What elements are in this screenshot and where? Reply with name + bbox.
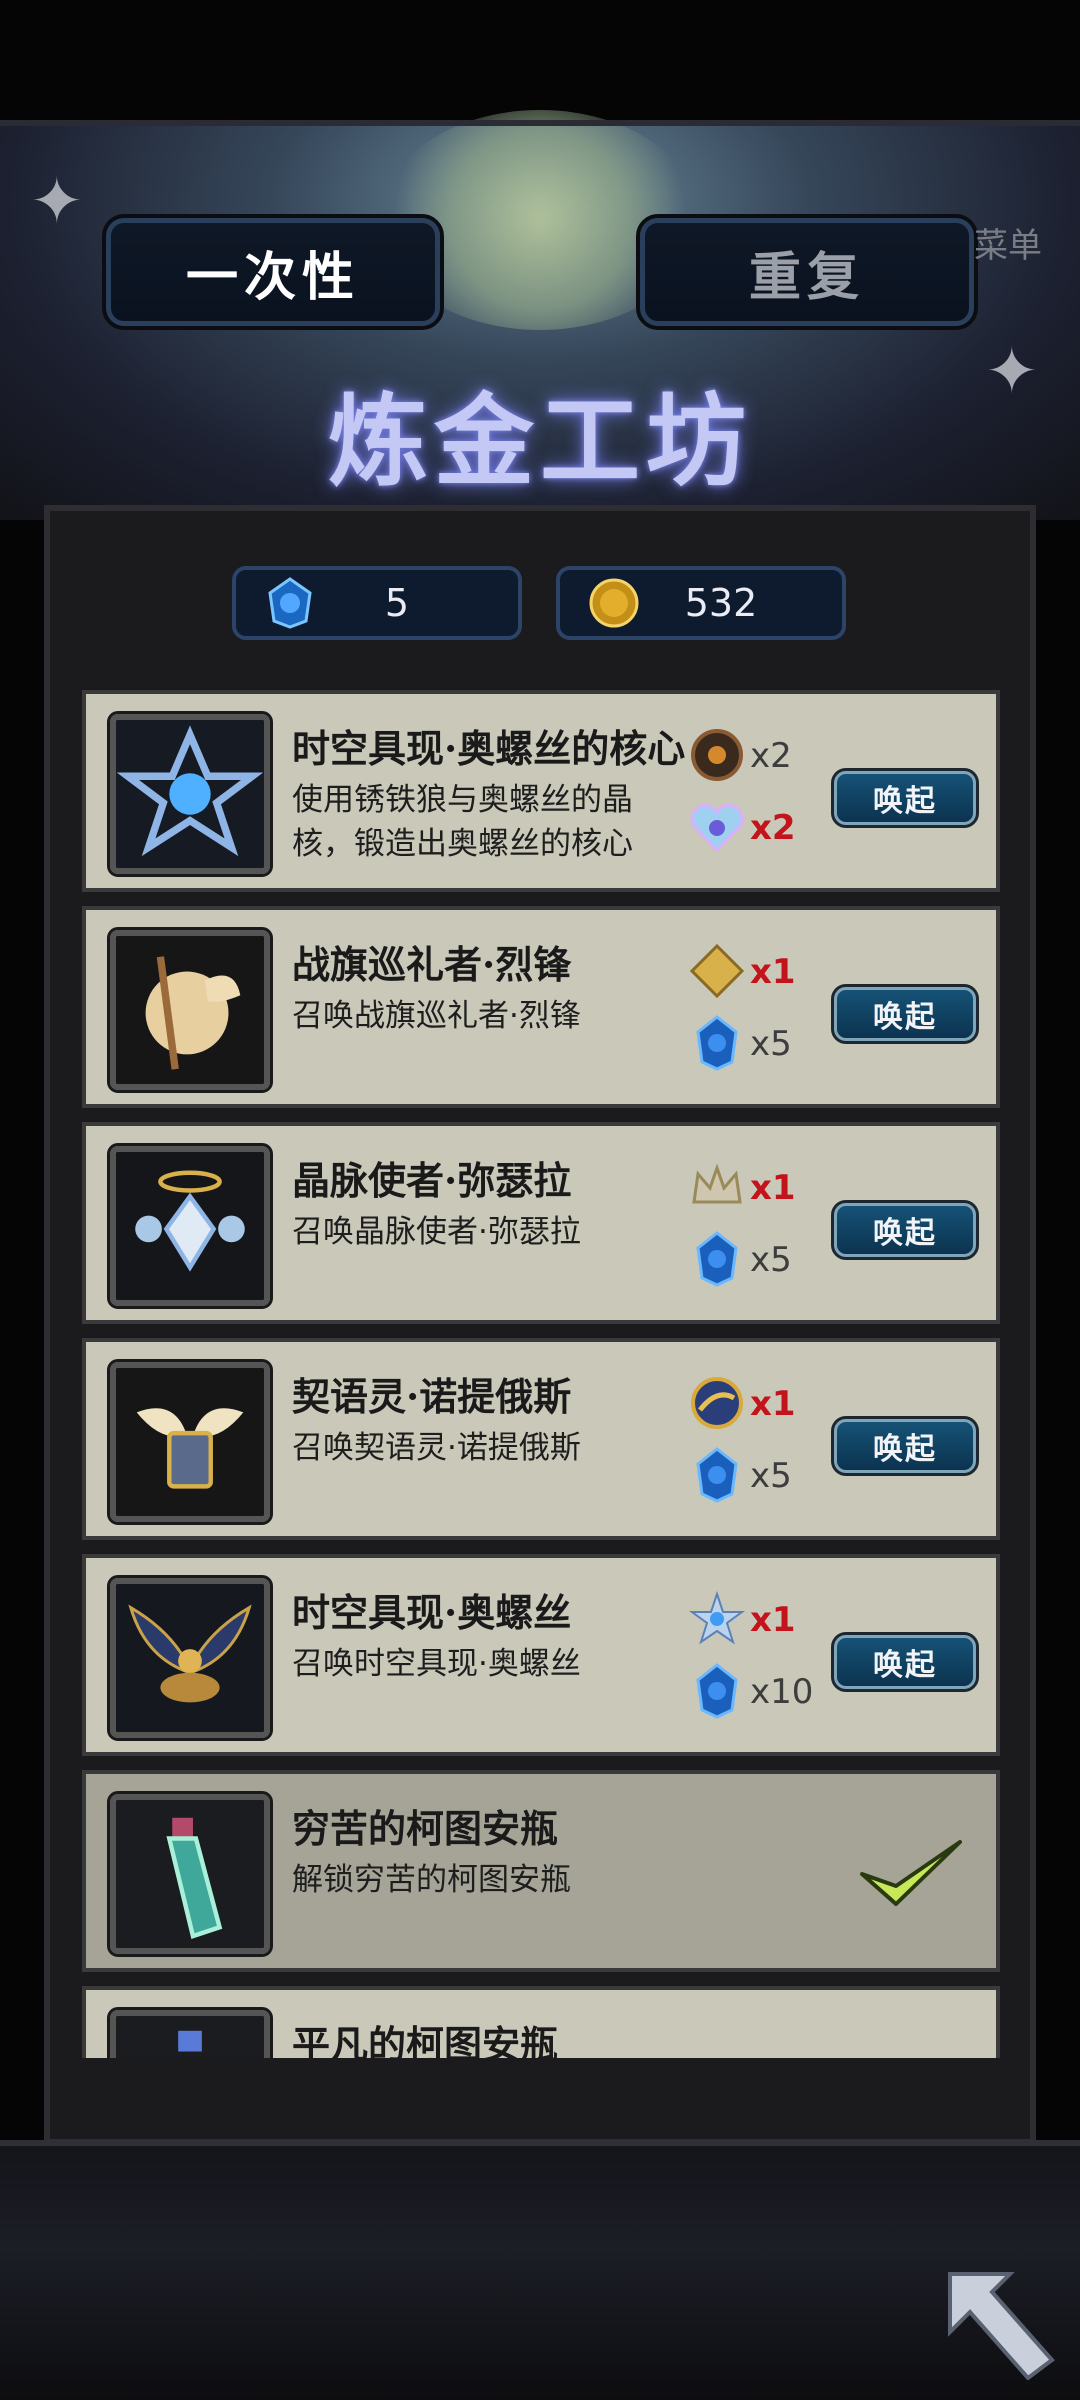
potion-bottle-icon xyxy=(116,2016,264,2058)
requirement: x5 xyxy=(688,1230,808,1290)
recipe-thumbnail xyxy=(107,927,273,1093)
coin-counter: 532 xyxy=(556,566,846,640)
summon-button[interactable]: 唤起 xyxy=(831,768,979,828)
requirement-qty: x10 xyxy=(750,1672,814,1712)
recipe-desc: 召唤晶脉使者·弥瑟拉 xyxy=(292,1214,581,1250)
star-core-icon xyxy=(688,1590,746,1645)
crystal-envoy-icon xyxy=(116,1152,264,1300)
recipe-thumbnail xyxy=(107,1143,273,1309)
banner-pilgrim-icon xyxy=(116,936,264,1084)
crystal-heart-icon xyxy=(690,804,744,853)
page-title: 炼金工坊 xyxy=(328,382,752,500)
blue-crystal-icon xyxy=(696,1015,738,1071)
recipe-name: 契语灵·诺提俄斯 xyxy=(292,1374,572,1419)
menu-label[interactable]: 菜单 xyxy=(974,218,1042,267)
recipe-list[interactable]: 时空具现·奥螺丝的核心 使用锈铁狼与奥螺丝的晶核，锻造出奥螺丝的核心 x2 x2… xyxy=(82,690,1000,2058)
recipe-card: 契语灵·诺提俄斯 召唤契语灵·诺提俄斯 x1 x5 唤起 xyxy=(82,1338,1000,1540)
requirement: x10 xyxy=(688,1662,813,1722)
summon-button[interactable]: 唤起 xyxy=(831,984,979,1044)
footer-frame xyxy=(0,2140,1080,2400)
requirement-qty: x1 xyxy=(750,952,796,992)
star-core-icon xyxy=(116,720,264,868)
gold-coin-icon xyxy=(589,578,639,628)
recipe-name: 穷苦的柯图安瓶 xyxy=(292,1806,559,1851)
summon-button[interactable]: 唤起 xyxy=(831,1416,979,1476)
recipe-card: 穷苦的柯图安瓶 解锁穷苦的柯图安瓶 xyxy=(82,1770,1000,1972)
requirement: x1 xyxy=(688,1158,808,1218)
recipe-name: 晶脉使者·弥瑟拉 xyxy=(292,1158,572,1203)
recipe-name: 时空具现·奥螺丝 xyxy=(292,1590,572,1635)
requirement: x2 xyxy=(688,798,808,858)
recipe-name: 战旗巡礼者·烈锋 xyxy=(292,942,572,987)
gold-orb-icon xyxy=(691,1377,743,1429)
spirit-book-icon xyxy=(116,1368,264,1516)
tab-one-time[interactable]: 一次性 xyxy=(102,214,444,330)
requirement-qty: x5 xyxy=(750,1240,792,1280)
recipe-desc: 召唤时空具现·奥螺丝 xyxy=(292,1646,581,1682)
recipe-desc: 解锁穷苦的柯图安瓶 xyxy=(292,1862,571,1898)
recipe-card: 晶脉使者·弥瑟拉 召唤晶脉使者·弥瑟拉 x1 x5 唤起 xyxy=(82,1122,1000,1324)
recipe-thumbnail xyxy=(107,2007,273,2058)
winged-relic-icon xyxy=(116,1584,264,1732)
recipe-thumbnail xyxy=(107,711,273,877)
summon-button[interactable]: 唤起 xyxy=(831,1632,979,1692)
requirement-qty: x1 xyxy=(750,1600,796,1640)
recipe-thumbnail xyxy=(107,1791,273,1957)
recipe-thumbnail xyxy=(107,1359,273,1525)
requirement: x1 xyxy=(688,1374,808,1434)
recipe-card: 战旗巡礼者·烈锋 召唤战旗巡礼者·烈锋 x1 x5 唤起 xyxy=(82,906,1000,1108)
recipe-desc: 召唤战旗巡礼者·烈锋 xyxy=(292,998,581,1034)
recipe-thumbnail xyxy=(107,1575,273,1741)
summon-button[interactable]: 唤起 xyxy=(831,1200,979,1260)
requirement-qty: x5 xyxy=(750,1456,792,1496)
recipe-name: 平凡的柯图安瓶 xyxy=(292,2022,559,2058)
rust-gear-icon xyxy=(691,729,743,781)
recipe-desc: 使用锈铁狼与奥螺丝的晶核，锻造出奥螺丝的核心 xyxy=(292,782,633,862)
requirement-qty: x2 xyxy=(750,736,792,776)
crystal-counter: 5 xyxy=(232,566,522,640)
blue-crystal-icon xyxy=(268,577,312,629)
blue-crystal-icon xyxy=(696,1231,738,1287)
recipe-card: 时空具现·奥螺丝的核心 使用锈铁狼与奥螺丝的晶核，锻造出奥螺丝的核心 x2 x2… xyxy=(82,690,1000,892)
recipe-card: 平凡的柯图安瓶 xyxy=(82,1986,1000,2058)
potion-bottle-icon xyxy=(116,1800,264,1948)
check-icon xyxy=(860,1840,962,1906)
requirement-qty: x1 xyxy=(750,1384,796,1424)
requirement: x5 xyxy=(688,1446,808,1506)
recipe-name: 时空具现·奥螺丝的核心 xyxy=(292,726,686,771)
blue-crystal-icon xyxy=(696,1447,738,1503)
recipe-card: 时空具现·奥螺丝 召唤时空具现·奥螺丝 x1 x10 唤起 xyxy=(82,1554,1000,1756)
tab-repeat[interactable]: 重复 xyxy=(636,214,978,330)
requirement: x2 xyxy=(688,726,808,786)
requirement: x1 xyxy=(688,942,808,1002)
requirement-qty: x1 xyxy=(750,1168,796,1208)
requirement: x1 xyxy=(688,1590,808,1650)
gold-diamond-icon xyxy=(689,943,745,999)
requirement-qty: x2 xyxy=(750,808,796,848)
blue-crystal-icon xyxy=(696,1663,738,1719)
back-arrow-icon[interactable] xyxy=(940,2260,1060,2380)
ornament-left-icon: ✦ xyxy=(30,165,84,239)
crystal-crown-icon xyxy=(692,1163,742,1204)
recipe-desc: 召唤契语灵·诺提俄斯 xyxy=(292,1430,581,1466)
requirement-qty: x5 xyxy=(750,1024,792,1064)
requirement: x5 xyxy=(688,1014,808,1074)
